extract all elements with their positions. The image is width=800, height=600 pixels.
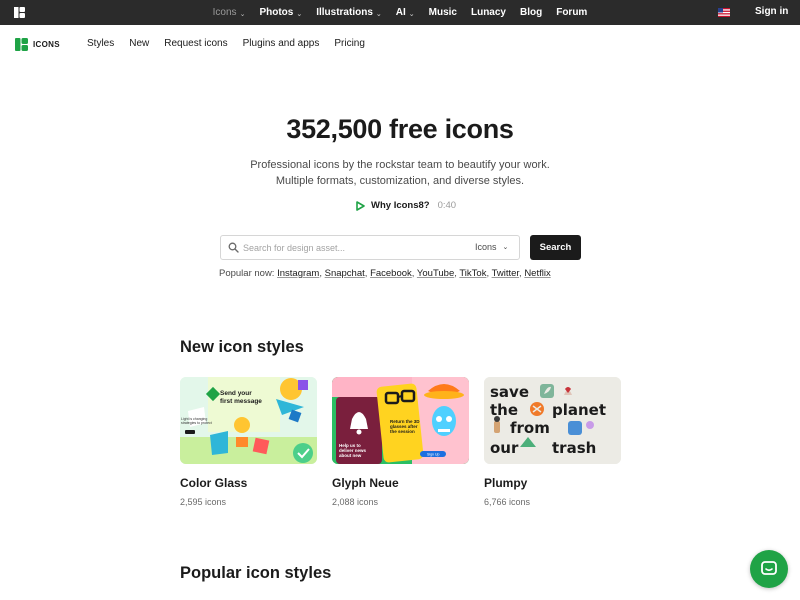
hero-subtitle: Professional icons by the rockstar team …	[0, 157, 800, 189]
popular-link-instagram[interactable]: Instagram	[277, 268, 319, 279]
svg-text:about new: about new	[339, 453, 362, 458]
top-nav-label: Forum	[556, 7, 588, 18]
us-flag-icon[interactable]	[718, 8, 730, 17]
svg-text:the session: the session	[390, 429, 415, 434]
plumpy-thumbnail: save the planet from our trash	[484, 377, 621, 464]
chevron-down-icon: ⌄	[408, 10, 415, 18]
style-card-name: Plumpy	[484, 476, 528, 490]
icons-brand[interactable]: ICONS	[15, 38, 60, 51]
asset-type-selected: Icons	[475, 242, 497, 252]
popular-now-list: Instagram, Snapchat, Facebook, YouTube, …	[277, 268, 551, 279]
plumpy-line-2b: planet	[552, 401, 606, 419]
icons8-brand-icon	[15, 38, 28, 51]
top-nav-label: Music	[428, 7, 457, 18]
color-glass-illustration: Light is changing strategies to protect …	[180, 377, 317, 464]
play-icon	[356, 200, 365, 211]
popular-link-twitter[interactable]: Twitter	[492, 268, 519, 279]
search-button[interactable]: Search	[530, 235, 581, 260]
chevron-down-icon: ⌄	[296, 10, 303, 18]
top-nav-label: Icons	[212, 7, 237, 18]
plumpy-line-3: from	[510, 419, 550, 437]
top-nav-item-photos[interactable]: Photos ⌄	[252, 7, 309, 18]
why-icons8-video-link[interactable]: Why Icons8? 0:40	[355, 200, 456, 211]
style-card-glyph-neue[interactable]: Help us to deliver news about new Return…	[332, 377, 469, 507]
svg-text:Sign Up: Sign Up	[427, 453, 440, 457]
glyph-neue-illustration: Help us to deliver news about new Return…	[332, 377, 469, 464]
popular-link-youtube[interactable]: YouTube	[417, 268, 454, 279]
why-label: Why Icons8?	[371, 200, 430, 211]
subnav-links: Styles New Request icons Plugins and apps Pr…	[87, 38, 380, 49]
top-nav-item-music[interactable]: Music	[422, 7, 464, 18]
search-icon	[228, 242, 239, 253]
asset-type-dropdown[interactable]: Icons ⌄	[475, 242, 508, 252]
svg-text:Send your: Send your	[220, 390, 252, 397]
popular-now-label: Popular now:	[219, 268, 275, 279]
popular-link-tiktok[interactable]: TikTok	[459, 268, 486, 279]
video-duration: 0:40	[437, 200, 457, 211]
style-card-plumpy[interactable]: save the planet from our trash Plumpy 6,…	[484, 377, 621, 507]
plumpy-line-4b: trash	[552, 439, 596, 457]
top-nav-label: Photos	[259, 7, 294, 18]
top-nav-label: AI	[395, 7, 406, 18]
search-input[interactable]	[243, 239, 443, 256]
style-card-name: Glyph Neue	[332, 476, 399, 490]
popular-icon-styles-heading: Popular icon styles	[180, 564, 332, 582]
hero-subtitle-line-1: Professional icons by the rockstar team …	[250, 159, 550, 171]
plumpy-line-1: save	[490, 383, 529, 401]
new-icon-styles-heading: New icon styles	[180, 338, 304, 356]
page-title: 352,500 free icons	[286, 114, 514, 144]
subnav-link-styles[interactable]: Styles	[87, 38, 114, 49]
top-nav-menu: Icons ⌄ Photos ⌄ Illustrations ⌄ AI ⌄ Music Lunac…	[0, 0, 800, 25]
top-navigation-bar: Icons ⌄ Photos ⌄ Illustrations ⌄ AI ⌄ Music Lunac…	[0, 0, 800, 25]
top-nav-item-lunacy[interactable]: Lunacy	[464, 7, 513, 18]
search-box: Icons ⌄	[220, 235, 520, 260]
sign-in-link[interactable]: Sign in	[755, 6, 788, 17]
subnav-link-pricing[interactable]: Pricing	[334, 38, 365, 49]
top-nav-item-blog[interactable]: Blog	[513, 7, 549, 18]
top-nav-label: Blog	[520, 7, 543, 18]
plumpy-illustration: save the planet from our trash	[484, 377, 621, 464]
top-nav-item-ai[interactable]: AI ⌄	[389, 7, 422, 18]
secondary-navigation: ICONS Styles New Request icons Plugins and …	[0, 25, 800, 65]
brand-label: ICONS	[33, 40, 60, 49]
chat-bubble-icon	[761, 561, 777, 575]
chevron-down-icon: ⌄	[502, 244, 509, 251]
style-card-count: 2,595 icons	[180, 497, 227, 507]
top-nav-label: Illustrations	[316, 7, 373, 18]
top-nav-label: Lunacy	[470, 7, 506, 18]
top-nav-item-illustrations[interactable]: Illustrations ⌄	[309, 7, 389, 18]
style-card-count: 2,088 icons	[332, 497, 379, 507]
chat-support-button[interactable]	[750, 550, 788, 588]
svg-text:strategies to protect: strategies to protect	[181, 421, 212, 425]
svg-text:first message: first message	[220, 398, 262, 405]
style-card-color-glass[interactable]: Light is changing strategies to protect …	[180, 377, 317, 507]
hero-subtitle-line-2: Multiple formats, customization, and div…	[275, 175, 525, 187]
new-styles-cards: Light is changing strategies to protect …	[180, 377, 621, 507]
style-card-count: 6,766 icons	[484, 497, 531, 507]
top-nav-item-icons[interactable]: Icons ⌄	[206, 7, 253, 18]
chevron-down-icon: ⌄	[375, 10, 382, 18]
popular-link-facebook[interactable]: Facebook	[370, 268, 412, 279]
popular-now: Popular now: Instagram, Snapchat, Facebo…	[219, 268, 551, 279]
style-card-name: Color Glass	[180, 476, 248, 490]
plumpy-line-4a: our	[490, 439, 519, 457]
popular-link-netflix[interactable]: Netflix	[524, 268, 550, 279]
subnav-link-plugins-and-apps[interactable]: Plugins and apps	[243, 38, 320, 49]
subnav-link-request-icons[interactable]: Request icons	[164, 38, 227, 49]
color-glass-thumbnail: Light is changing strategies to protect …	[180, 377, 317, 464]
glyph-neue-thumbnail: Help us to deliver news about new Return…	[332, 377, 469, 464]
chevron-down-icon: ⌄	[239, 10, 246, 18]
top-nav-item-forum[interactable]: Forum	[549, 7, 594, 18]
subnav-link-new[interactable]: New	[129, 38, 149, 49]
plumpy-line-2a: the	[490, 401, 518, 419]
popular-link-snapchat[interactable]: Snapchat	[325, 268, 365, 279]
